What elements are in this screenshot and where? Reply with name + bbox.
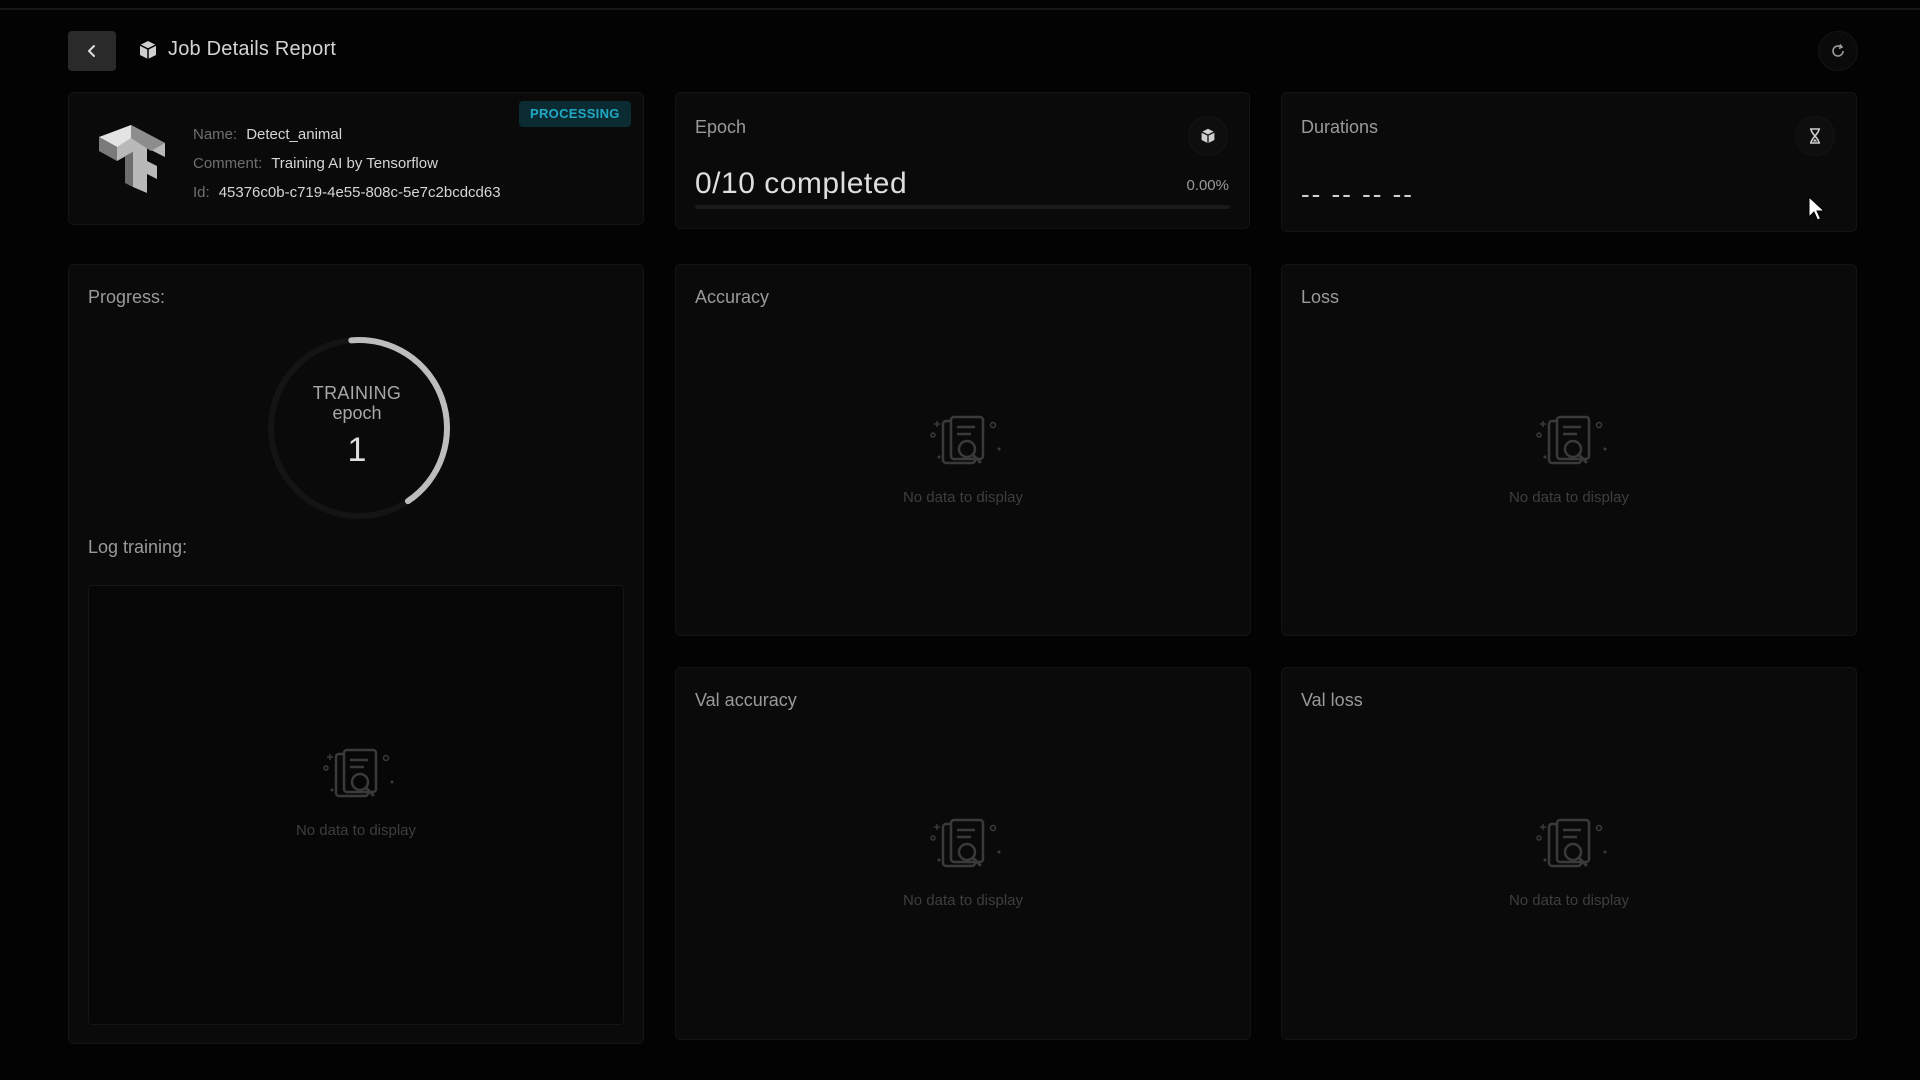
mouse-cursor-icon (1808, 196, 1826, 221)
durations-title: Durations (1301, 117, 1379, 137)
val-accuracy-empty-text: No data to display (902, 892, 1024, 909)
val-accuracy-empty-state: No data to display (853, 816, 1073, 909)
loss-title: Loss (1301, 287, 1340, 307)
page-title: Job Details Report (168, 38, 337, 60)
val-loss-title: Val loss (1301, 690, 1363, 710)
gauge-unit: epoch (332, 403, 382, 423)
no-data-icon (323, 748, 394, 798)
job-id-row: Id: 45376c0b-c719-4e55-808c-5e7c2bcdcd63 (193, 184, 501, 201)
cube-icon (1201, 128, 1215, 144)
loss-empty-text: No data to display (1508, 489, 1630, 506)
no-data-icon (930, 415, 1001, 465)
job-comment-value: Training AI by Tensorflow (271, 155, 438, 172)
progress-title: Progress: (88, 287, 166, 307)
gauge-value: 1 (347, 431, 367, 469)
log-training-panel[interactable]: No data to display (88, 585, 624, 1025)
val-loss-empty-text: No data to display (1508, 892, 1630, 909)
no-data-icon (1536, 818, 1607, 868)
epoch-icon-badge (1188, 116, 1228, 156)
log-training-title: Log training: (88, 537, 188, 557)
chevron-left-icon (88, 45, 95, 57)
no-data-icon (930, 818, 1001, 868)
status-badge: PROCESSING (519, 101, 631, 127)
refresh-icon (1832, 44, 1844, 57)
loss-chart-card: Loss No data to display (1281, 264, 1857, 636)
val-accuracy-chart-card: Val accuracy No data to display (675, 667, 1251, 1040)
hourglass-icon (1810, 128, 1820, 144)
job-info-card: Name: Detect_animal Comment: Training AI b… (68, 92, 644, 225)
top-divider (0, 8, 1920, 10)
val-loss-chart-card: Val loss No data to display (1281, 667, 1857, 1040)
no-data-icon (1536, 415, 1607, 465)
val-loss-empty-state: No data to display (1459, 816, 1679, 909)
job-name-value: Detect_animal (246, 126, 343, 143)
epoch-card: Epoch 0/10 completed 0.00% (675, 92, 1250, 229)
job-comment-row: Comment: Training AI by Tensorflow (193, 155, 438, 172)
tensorflow-logo (99, 125, 165, 193)
gauge-state: TRAINING (312, 383, 402, 403)
accuracy-empty-state: No data to display (853, 413, 1073, 506)
refresh-button[interactable] (1818, 31, 1858, 71)
accuracy-empty-text: No data to display (902, 489, 1024, 506)
job-name-label: Name: (193, 126, 238, 143)
epoch-title: Epoch (695, 117, 747, 137)
epoch-progress-bar (695, 205, 1230, 209)
accuracy-chart-card: Accuracy No data to display (675, 264, 1251, 636)
job-id-label: Id: (193, 184, 210, 201)
epoch-percent: 0.00% (1186, 177, 1229, 194)
log-empty-text: No data to display (295, 822, 417, 839)
log-empty-state: No data to display (246, 746, 466, 839)
cube-icon (139, 41, 157, 59)
training-gauge (268, 336, 451, 519)
epoch-value: 0/10 completed (695, 167, 908, 200)
job-name-row: Name: Detect_animal (193, 126, 342, 143)
accuracy-title: Accuracy (695, 287, 770, 307)
loss-empty-state: No data to display (1459, 413, 1679, 506)
job-comment-label: Comment: (193, 155, 263, 172)
progress-card: Progress: TRAINING epoch 1 Log training:… (68, 264, 644, 1044)
val-accuracy-title: Val accuracy (695, 690, 797, 710)
durations-card: Durations -- -- -- -- (1281, 92, 1857, 232)
back-button[interactable] (68, 31, 116, 71)
durations-icon-badge (1795, 116, 1835, 156)
durations-value: -- -- -- -- (1301, 179, 1414, 209)
job-id-value: 45376c0b-c719-4e55-808c-5e7c2bcdcd63 (218, 184, 501, 201)
